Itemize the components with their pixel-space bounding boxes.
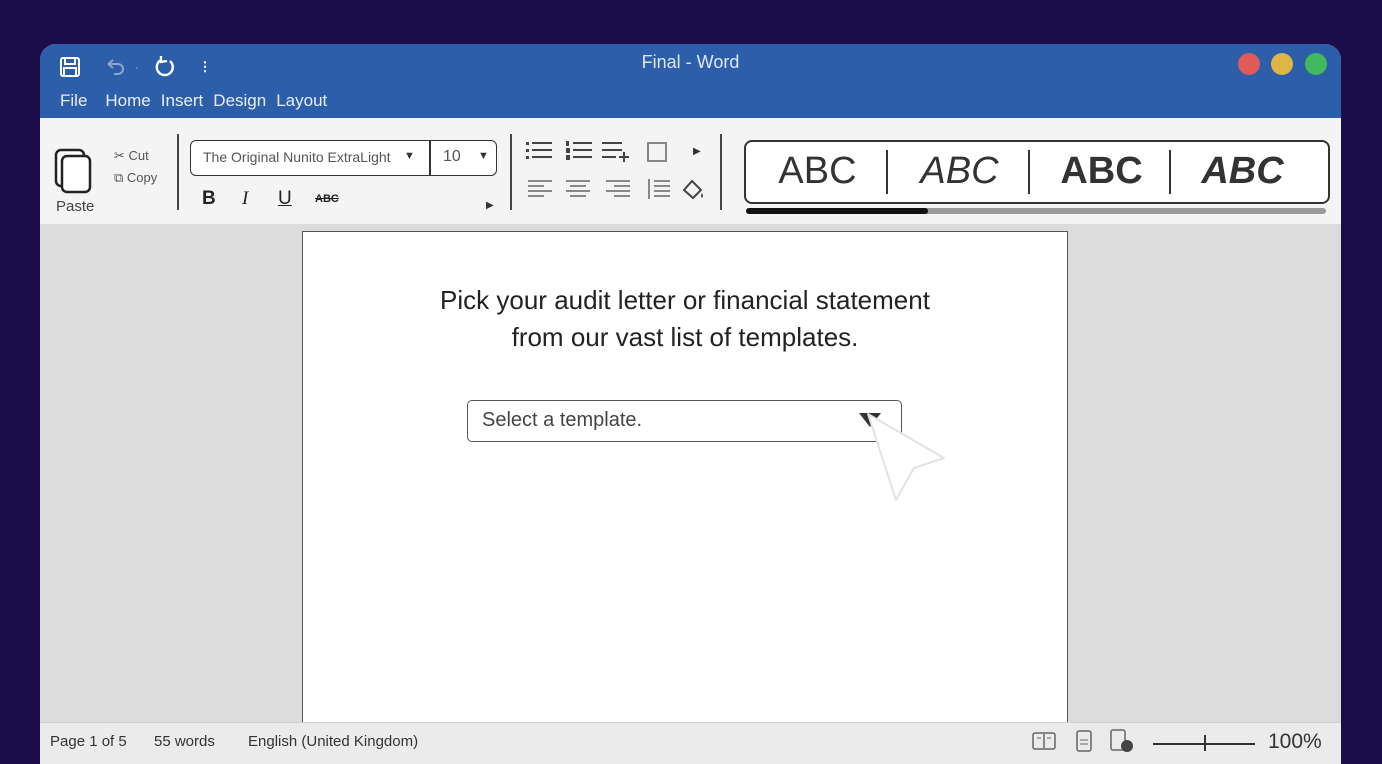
scissors-icon: ✂ xyxy=(114,148,125,163)
align-left-icon[interactable] xyxy=(528,178,552,205)
zoom-slider-thumb[interactable] xyxy=(1204,735,1206,751)
status-bar: Page 1 of 5 55 words English (United Kin… xyxy=(40,722,1341,764)
read-mode-icon[interactable] xyxy=(1032,731,1056,755)
template-select-placeholder: Select a template. xyxy=(482,409,643,431)
ribbon-divider xyxy=(177,134,179,210)
maximize-button[interactable] xyxy=(1305,53,1327,75)
document-page[interactable]: Pick your audit letter or financial stat… xyxy=(302,231,1068,733)
bullets-icon[interactable] xyxy=(526,140,552,167)
align-right-icon[interactable] xyxy=(606,178,630,205)
document-canvas: Pick your audit letter or financial stat… xyxy=(40,224,1341,733)
close-button[interactable] xyxy=(1238,53,1260,75)
align-center-icon[interactable] xyxy=(566,178,590,205)
styles-gallery[interactable]: ABC ABC ABC ABC xyxy=(744,140,1330,204)
title-bar: · ⁝ Final - Word File Home Insert Design… xyxy=(40,44,1341,118)
copy-icon: ⧉ xyxy=(114,170,124,185)
style-strong-emphasis[interactable]: ABC xyxy=(1175,150,1310,193)
window-title: Final - Word xyxy=(641,52,740,72)
page-count[interactable]: Page 1 of 5 xyxy=(50,733,127,750)
italic-button[interactable]: I xyxy=(242,188,248,210)
style-normal[interactable]: ABC xyxy=(750,150,885,193)
paragraph-more-icon[interactable]: ▶ xyxy=(693,146,701,157)
style-strong[interactable]: ABC xyxy=(1034,150,1169,193)
font-group-expand-icon[interactable]: ▶ xyxy=(486,200,494,211)
word-count[interactable]: 55 words xyxy=(154,733,215,750)
heading-line-2: from our vast list of templates. xyxy=(511,322,859,352)
menu-insert[interactable]: Insert xyxy=(161,91,204,111)
menu-layout[interactable]: Layout xyxy=(276,91,327,111)
chevron-down-icon[interactable]: ▼ xyxy=(404,150,415,162)
borders-icon[interactable] xyxy=(647,142,667,167)
ribbon: Paste ✂ Cut ⧉ Copy The Original Nunito E… xyxy=(40,118,1341,225)
heading-line-1: Pick your audit letter or financial stat… xyxy=(440,285,930,315)
chevron-down-icon[interactable]: ▼ xyxy=(478,150,489,162)
numbered-list-icon[interactable] xyxy=(566,140,592,167)
minimize-button[interactable] xyxy=(1271,53,1293,75)
font-selector[interactable]: The Original Nunito ExtraLight ▼ 10 ▼ xyxy=(190,140,497,176)
menu-bar: File Home Insert Design Layout xyxy=(60,91,327,111)
strikethrough-button[interactable]: ABC xyxy=(315,193,339,205)
cut-button[interactable]: ✂ Cut xyxy=(114,148,149,164)
shading-icon[interactable] xyxy=(680,176,706,207)
font-name-field: The Original Nunito ExtraLight xyxy=(203,149,391,165)
print-layout-icon[interactable] xyxy=(1076,730,1092,756)
bold-button[interactable]: B xyxy=(202,188,216,210)
document-heading: Pick your audit letter or financial stat… xyxy=(303,282,1067,356)
underline-button[interactable]: U xyxy=(278,188,292,210)
multilevel-list-icon[interactable] xyxy=(602,140,632,167)
paste-label: Paste xyxy=(56,198,95,215)
menu-design[interactable]: Design xyxy=(213,91,266,111)
copy-button[interactable]: ⧉ Copy xyxy=(114,170,157,186)
paste-button[interactable] xyxy=(54,148,92,194)
style-emphasis[interactable]: ABC xyxy=(892,150,1027,193)
font-size-field[interactable]: 10 xyxy=(443,148,461,166)
language[interactable]: English (United Kingdom) xyxy=(248,733,418,750)
styles-scrollbar-thumb[interactable] xyxy=(746,208,928,214)
menu-home[interactable]: Home xyxy=(105,91,150,111)
template-select[interactable]: Select a template. xyxy=(467,400,902,442)
word-window: · ⁝ Final - Word File Home Insert Design… xyxy=(40,44,1341,764)
web-layout-icon[interactable] xyxy=(1110,729,1136,757)
line-spacing-icon[interactable] xyxy=(646,178,670,205)
menu-file[interactable]: File xyxy=(60,91,87,111)
zoom-level[interactable]: 100% xyxy=(1268,730,1322,754)
mouse-pointer-icon xyxy=(866,412,950,509)
